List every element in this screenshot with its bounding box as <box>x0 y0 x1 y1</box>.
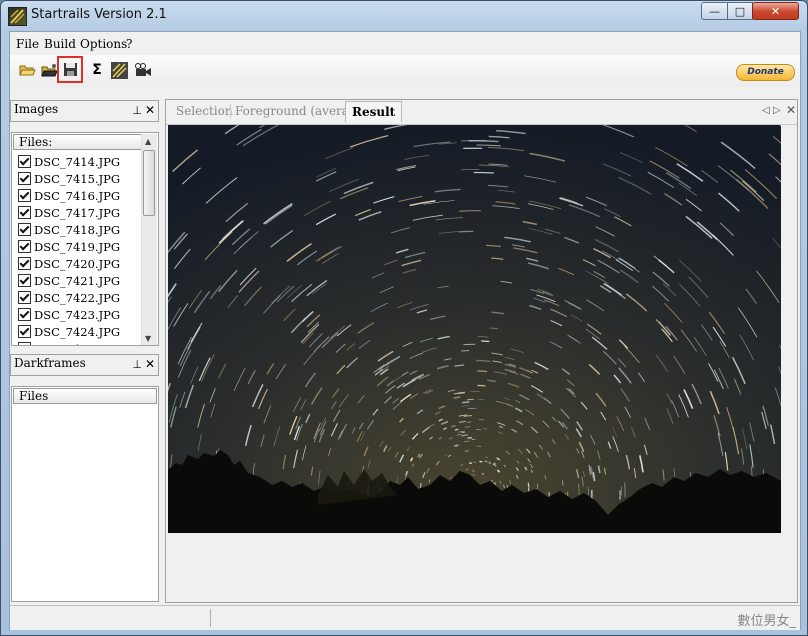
darkframes-column-header[interactable]: Files <box>13 388 157 404</box>
file-checkbox[interactable] <box>18 325 31 338</box>
file-list-item[interactable]: DSC_7417.JPG <box>18 204 120 221</box>
file-checkbox[interactable] <box>18 257 31 270</box>
tab-selection[interactable]: Selection <box>176 104 233 118</box>
tab-next-icon[interactable]: ▷ <box>773 105 781 116</box>
file-checkbox[interactable] <box>18 342 31 345</box>
app-window: Startrails Version 2.1 — □ ✕ File Build … <box>0 0 808 636</box>
file-checkbox[interactable] <box>18 172 31 185</box>
close-button[interactable]: ✕ <box>752 2 799 20</box>
file-name: DSC_7421.JPG <box>34 273 121 288</box>
title-bar[interactable]: Startrails Version 2.1 — □ ✕ <box>1 1 807 31</box>
images-panel-header: Images ⊥ ✕ <box>10 100 159 122</box>
menu-file[interactable]: File <box>16 37 39 51</box>
startrails-icon[interactable] <box>110 61 128 79</box>
file-list-item[interactable]: DSC_7418.JPG <box>18 221 120 238</box>
sum-icon[interactable]: Σ <box>88 61 106 79</box>
file-name: DSC_7418.JPG <box>34 222 121 237</box>
file-list-item[interactable]: DSC_7424.JPG <box>18 323 120 340</box>
toolbar: Σ Donate <box>10 55 800 87</box>
file-checkbox[interactable] <box>18 223 31 236</box>
file-list-item[interactable]: DSC_7419.JPG <box>18 238 120 255</box>
file-name: DSC_7414.JPG <box>34 154 121 169</box>
file-list-item[interactable]: DSC_7422.JPG <box>18 289 120 306</box>
file-name: DSC_7416.JPG <box>34 188 121 203</box>
file-list-item[interactable]: DSC_7421.JPG <box>18 272 120 289</box>
minimize-button[interactable]: — <box>701 2 728 20</box>
file-list-item[interactable]: DSC_7425.JPG <box>18 340 120 346</box>
file-name: DSC_7420.JPG <box>34 256 121 271</box>
images-panel-title: Images <box>14 102 59 116</box>
file-checkbox[interactable] <box>18 155 31 168</box>
open-folder-icon[interactable] <box>18 61 36 79</box>
darkframes-panel-title: Darkframes <box>14 356 86 370</box>
file-name: DSC_7417.JPG <box>34 205 121 220</box>
open-darkframes-icon[interactable] <box>40 61 58 79</box>
maximize-button[interactable]: □ <box>727 2 753 20</box>
donate-button[interactable]: Donate <box>736 64 795 81</box>
window-title: Startrails Version 2.1 <box>31 7 167 22</box>
file-list-item[interactable]: DSC_7423.JPG <box>18 306 120 323</box>
pin-icon[interactable]: ⊥ <box>132 104 142 117</box>
file-name: DSC_7415.JPG <box>34 171 121 186</box>
tab-close-icon[interactable]: ✕ <box>786 103 796 117</box>
darkframes-file-list[interactable]: Files <box>11 386 159 602</box>
status-separator <box>210 609 211 627</box>
scroll-up-icon[interactable]: ▲ <box>145 137 151 146</box>
menu-help[interactable]: ? <box>126 37 132 51</box>
images-scrollbar[interactable]: ▲ ▼ <box>141 134 157 345</box>
pin-icon[interactable]: ⊥ <box>132 358 142 371</box>
file-name: DSC_7424.JPG <box>34 324 121 339</box>
file-name: DSC_7423.JPG <box>34 307 121 322</box>
scroll-down-icon[interactable]: ▼ <box>145 334 151 343</box>
file-checkbox[interactable] <box>18 189 31 202</box>
result-image <box>0 0 808 542</box>
status-bar <box>10 605 800 630</box>
file-checkbox[interactable] <box>18 291 31 304</box>
file-checkbox[interactable] <box>18 206 31 219</box>
darkframes-panel-header: Darkframes ⊥ ✕ <box>10 354 159 376</box>
menu-bar: File Build Options ? <box>10 32 800 54</box>
file-list-item[interactable]: DSC_7414.JPG <box>18 153 120 170</box>
tab-strip: Selection Foreground (averaged) Result ◁… <box>166 100 797 125</box>
document-area: Selection Foreground (averaged) Result ◁… <box>0 0 808 603</box>
video-icon[interactable] <box>134 61 152 79</box>
watermark-text: 數位男女_ <box>737 614 796 629</box>
file-list-item[interactable]: DSC_7416.JPG <box>18 187 120 204</box>
file-name: DSC_7419.JPG <box>34 239 121 254</box>
file-checkbox[interactable] <box>18 274 31 287</box>
tab-prev-icon[interactable]: ◁ <box>762 105 770 116</box>
save-button[interactable] <box>57 56 83 83</box>
close-panel-icon[interactable]: ✕ <box>145 103 155 117</box>
startrails-app-icon <box>8 7 27 26</box>
images-file-list[interactable]: Files: DSC_7414.JPG DSC_7415.JPG DSC_7416.… <box>11 132 159 346</box>
file-list-item[interactable]: DSC_7415.JPG <box>18 170 120 187</box>
startrails-photo <box>0 0 808 542</box>
scroll-thumb[interactable] <box>143 150 155 216</box>
file-list-item[interactable]: DSC_7420.JPG <box>18 255 120 272</box>
client-area: File Build Options ? Σ Donate Images ⊥ ✕… <box>0 0 808 630</box>
file-name: DSC_7425.JPG <box>34 342 120 346</box>
tab-result[interactable]: Result <box>345 101 403 122</box>
file-checkbox[interactable] <box>18 308 31 321</box>
menu-build[interactable]: Build <box>44 37 76 51</box>
file-name: DSC_7422.JPG <box>34 290 121 305</box>
close-panel-icon[interactable]: ✕ <box>145 357 155 371</box>
files-column-header[interactable]: Files: <box>13 134 142 150</box>
file-checkbox[interactable] <box>18 240 31 253</box>
save-icon <box>63 63 77 76</box>
menu-options[interactable]: Options <box>80 37 127 51</box>
